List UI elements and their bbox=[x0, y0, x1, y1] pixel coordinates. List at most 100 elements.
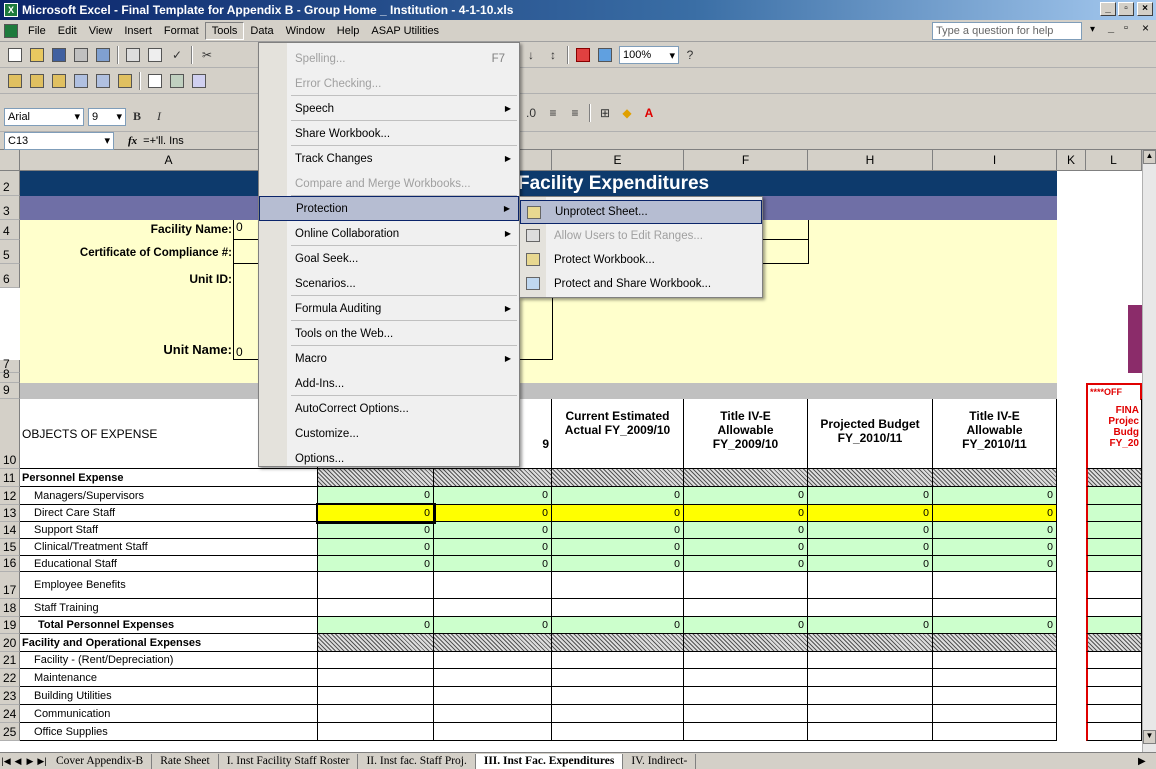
decrease-indent-icon[interactable]: ≡ bbox=[544, 104, 562, 122]
data-cell[interactable] bbox=[684, 705, 808, 723]
data-cell[interactable] bbox=[318, 469, 434, 487]
data-cell[interactable]: 0 bbox=[808, 522, 933, 539]
cut-icon[interactable]: ✂ bbox=[198, 46, 216, 64]
review-icon-6[interactable] bbox=[116, 72, 134, 90]
row-label[interactable]: Office Supplies bbox=[20, 723, 318, 741]
review-icon-8[interactable] bbox=[168, 72, 186, 90]
font-color-icon[interactable]: A bbox=[640, 104, 658, 122]
data-cell[interactable]: 0 bbox=[933, 539, 1057, 556]
column-header-i[interactable]: I bbox=[933, 150, 1057, 171]
data-cell[interactable] bbox=[434, 572, 552, 599]
review-icon-2[interactable] bbox=[28, 72, 46, 90]
font-size-select[interactable]: 9 ▾ bbox=[88, 107, 126, 126]
data-cell[interactable]: 0 bbox=[552, 505, 684, 522]
data-cell[interactable] bbox=[933, 599, 1057, 617]
data-cell[interactable]: 0 bbox=[318, 539, 434, 556]
data-cell[interactable]: 0 bbox=[318, 556, 434, 572]
row-label[interactable]: Employee Benefits bbox=[20, 572, 318, 599]
final-cell[interactable] bbox=[1086, 634, 1142, 652]
final-cell[interactable] bbox=[1086, 617, 1142, 634]
tools-menu-item[interactable]: Speech ▶ bbox=[259, 96, 519, 121]
data-cell[interactable] bbox=[434, 723, 552, 741]
tools-menu-item[interactable]: Spelling... F7 bbox=[259, 46, 519, 71]
data-cell[interactable] bbox=[318, 652, 434, 669]
horizontal-scroll-right[interactable]: ▶ bbox=[1138, 756, 1146, 767]
row-header[interactable]: 8 bbox=[0, 367, 20, 383]
data-cell[interactable]: 0 bbox=[434, 539, 552, 556]
data-cell[interactable] bbox=[434, 687, 552, 705]
row-header[interactable]: 3 bbox=[0, 196, 20, 220]
zoom-select[interactable]: 100% ▾ bbox=[619, 46, 679, 64]
data-cell[interactable]: 0 bbox=[434, 556, 552, 572]
decrease-decimal-icon[interactable]: .0 bbox=[522, 104, 540, 122]
data-cell[interactable] bbox=[933, 687, 1057, 705]
data-cell[interactable] bbox=[933, 652, 1057, 669]
row-label[interactable]: Facility - (Rent/Depreciation) bbox=[20, 652, 318, 669]
menu-edit[interactable]: Edit bbox=[52, 23, 83, 39]
data-cell[interactable]: 0 bbox=[434, 487, 552, 505]
increase-indent-icon[interactable]: ≡ bbox=[566, 104, 584, 122]
row-label[interactable]: Maintenance bbox=[20, 669, 318, 687]
select-all-corner[interactable] bbox=[0, 150, 20, 171]
row-label[interactable]: Clinical/Treatment Staff bbox=[20, 539, 318, 556]
data-cell[interactable] bbox=[434, 469, 552, 487]
excel-doc-icon[interactable] bbox=[2, 22, 20, 40]
data-cell[interactable] bbox=[933, 705, 1057, 723]
bold-icon[interactable]: B bbox=[128, 108, 146, 126]
sort-ascending-icon[interactable]: ↕ bbox=[544, 46, 562, 64]
data-cell[interactable] bbox=[808, 723, 933, 741]
menu-window[interactable]: Window bbox=[280, 23, 331, 39]
menu-data[interactable]: Data bbox=[244, 23, 279, 39]
next-sheet-icon[interactable]: ▶ bbox=[24, 756, 36, 767]
data-cell[interactable] bbox=[808, 687, 933, 705]
row-header[interactable]: 4 bbox=[0, 220, 20, 240]
data-cell[interactable] bbox=[318, 705, 434, 723]
tab-expenditures[interactable]: III. Inst Fac. Expenditures bbox=[475, 753, 624, 769]
help-search-input[interactable]: Type a question for help bbox=[932, 22, 1082, 40]
row-header[interactable]: 21 bbox=[0, 652, 20, 669]
tab-cover-appendix-b[interactable]: Cover Appendix-B bbox=[48, 753, 153, 769]
data-cell[interactable] bbox=[434, 652, 552, 669]
data-cell[interactable]: 0 bbox=[808, 556, 933, 572]
new-icon[interactable] bbox=[6, 46, 24, 64]
data-cell[interactable]: 0 bbox=[552, 617, 684, 634]
data-cell[interactable]: 0 bbox=[552, 539, 684, 556]
data-cell[interactable] bbox=[808, 705, 933, 723]
row-header[interactable]: 17 bbox=[0, 572, 20, 599]
data-cell[interactable] bbox=[684, 469, 808, 487]
tools-menu-item[interactable]: Share Workbook... bbox=[259, 121, 519, 146]
row-label[interactable]: Communication bbox=[20, 705, 318, 723]
row-label[interactable]: Building Utilities bbox=[20, 687, 318, 705]
data-cell[interactable] bbox=[808, 669, 933, 687]
chart-wizard-icon[interactable] bbox=[574, 46, 592, 64]
row-header[interactable]: 18 bbox=[0, 599, 20, 617]
print-preview-icon[interactable] bbox=[146, 46, 164, 64]
protect-workbook-item[interactable]: Protect Workbook... bbox=[520, 248, 762, 272]
data-cell[interactable]: 0 bbox=[552, 487, 684, 505]
row-header[interactable]: 25 bbox=[0, 723, 20, 741]
tools-menu-item[interactable]: Tools on the Web... bbox=[259, 321, 519, 346]
data-cell[interactable] bbox=[434, 599, 552, 617]
final-cell[interactable] bbox=[1086, 505, 1142, 522]
row-header[interactable]: 13 bbox=[0, 505, 20, 522]
column-header-e[interactable]: E bbox=[552, 150, 684, 171]
first-sheet-icon[interactable]: |◀ bbox=[0, 756, 12, 767]
column-header-f[interactable]: F bbox=[684, 150, 808, 171]
column-header-k[interactable]: K bbox=[1057, 150, 1086, 171]
menu-view[interactable]: View bbox=[83, 23, 119, 39]
review-icon-7[interactable] bbox=[146, 72, 164, 90]
row-header[interactable]: 22 bbox=[0, 669, 20, 687]
tools-menu-item[interactable]: Protection ▶ bbox=[259, 196, 519, 221]
data-cell[interactable]: 0 bbox=[684, 617, 808, 634]
data-cell[interactable]: 0 bbox=[318, 487, 434, 505]
data-cell[interactable] bbox=[434, 669, 552, 687]
tools-menu-item[interactable]: Online Collaboration ▶ bbox=[259, 221, 519, 246]
data-cell[interactable]: 0 bbox=[808, 617, 933, 634]
menu-asap-utilities[interactable]: ASAP Utilities bbox=[365, 23, 445, 39]
data-cell[interactable]: 0 bbox=[684, 539, 808, 556]
final-cell[interactable] bbox=[1086, 652, 1142, 669]
data-cell[interactable] bbox=[318, 687, 434, 705]
tab-staff-roster[interactable]: I. Inst Facility Staff Roster bbox=[219, 753, 359, 769]
formula-input[interactable]: =+'ll. Ins bbox=[143, 135, 184, 147]
data-cell[interactable] bbox=[684, 669, 808, 687]
